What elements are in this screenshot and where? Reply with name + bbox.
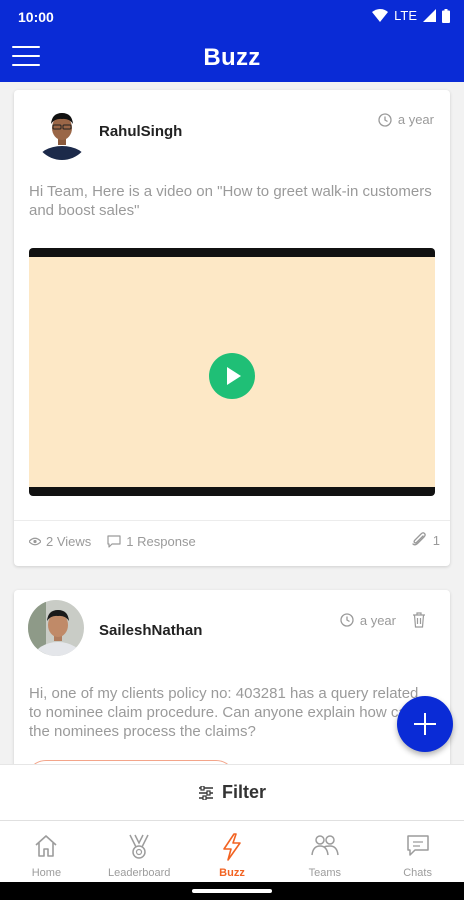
responses-link[interactable]: 1 Response — [107, 534, 196, 549]
post-text: Hi, one of my clients policy no: 403281 … — [29, 685, 419, 740]
nav-leaderboard[interactable]: Leaderboard — [93, 821, 186, 882]
filter-label: Filter — [221, 782, 266, 802]
post-stats: 2 Views 1 Response — [29, 534, 196, 549]
post-card[interactable]: SaileshNathan a year Hi, one of my clien… — [14, 590, 450, 764]
attachments[interactable]: 1 — [411, 532, 440, 548]
battery-icon — [442, 8, 450, 23]
nav-home[interactable]: Home — [0, 821, 93, 882]
buzz-feed[interactable]: RahulSingh a year Hi Team, Here is a vid… — [0, 82, 464, 764]
gesture-bar — [0, 882, 464, 900]
nav-buzz-label: Buzz — [219, 867, 245, 879]
team-icon — [311, 835, 339, 856]
nav-teams[interactable]: Teams — [278, 821, 371, 882]
nav-teams-label: Teams — [308, 867, 341, 879]
avatar[interactable] — [34, 104, 90, 160]
comment-icon — [107, 535, 121, 548]
post-time-text: a year — [397, 112, 434, 127]
chat-icon — [406, 835, 429, 856]
post-text: Hi Team, Here is a video on "How to gree… — [29, 183, 432, 219]
post-author[interactable]: SaileshNathan — [99, 622, 202, 639]
home-indicator[interactable] — [192, 889, 272, 893]
bolt-icon — [223, 833, 241, 861]
trophy-icon — [129, 834, 149, 859]
nav-chats-label: Chats — [403, 867, 432, 879]
post-time-text: a year — [359, 612, 396, 628]
divider — [14, 520, 450, 521]
video-player[interactable] — [29, 248, 435, 496]
signal-icon — [423, 9, 436, 22]
clock-icon — [340, 613, 354, 627]
app-bar: Buzz — [0, 34, 464, 82]
bottom-nav: Home Leaderboard Buzz Teams Chats — [0, 820, 464, 882]
responses-text: 1 Response — [126, 534, 196, 549]
status-bar: 10:00 LTE — [0, 0, 464, 34]
nav-chats[interactable]: Chats — [371, 821, 464, 882]
paperclip-icon — [412, 532, 426, 546]
add-post-button[interactable] — [397, 696, 453, 752]
home-icon — [35, 835, 57, 857]
clock-icon — [378, 112, 392, 127]
avatar[interactable] — [28, 600, 84, 656]
views-count: 2 Views — [29, 534, 91, 549]
play-icon[interactable] — [209, 353, 255, 399]
status-icons: LTE — [372, 8, 450, 23]
attachments-count: 1 — [432, 532, 440, 548]
post-time: a year — [340, 612, 426, 628]
status-time: 10:00 — [18, 9, 54, 25]
views-text: 2 Views — [46, 534, 92, 549]
wifi-icon — [372, 9, 389, 22]
nav-buzz[interactable]: Buzz — [186, 821, 279, 882]
nav-leaderboard-label: Leaderboard — [108, 867, 171, 879]
page-title: Buzz — [203, 44, 261, 71]
filter-icon — [198, 785, 213, 800]
post-author[interactable]: RahulSingh — [99, 123, 182, 140]
network-type: LTE — [394, 8, 417, 23]
eye-icon — [29, 537, 41, 546]
post-time: a year — [378, 112, 434, 127]
nav-home-label: Home — [31, 867, 62, 879]
delete-icon[interactable] — [412, 612, 426, 628]
post-card[interactable]: RahulSingh a year Hi Team, Here is a vid… — [14, 90, 450, 566]
filter-bar[interactable]: Filter — [0, 764, 464, 820]
